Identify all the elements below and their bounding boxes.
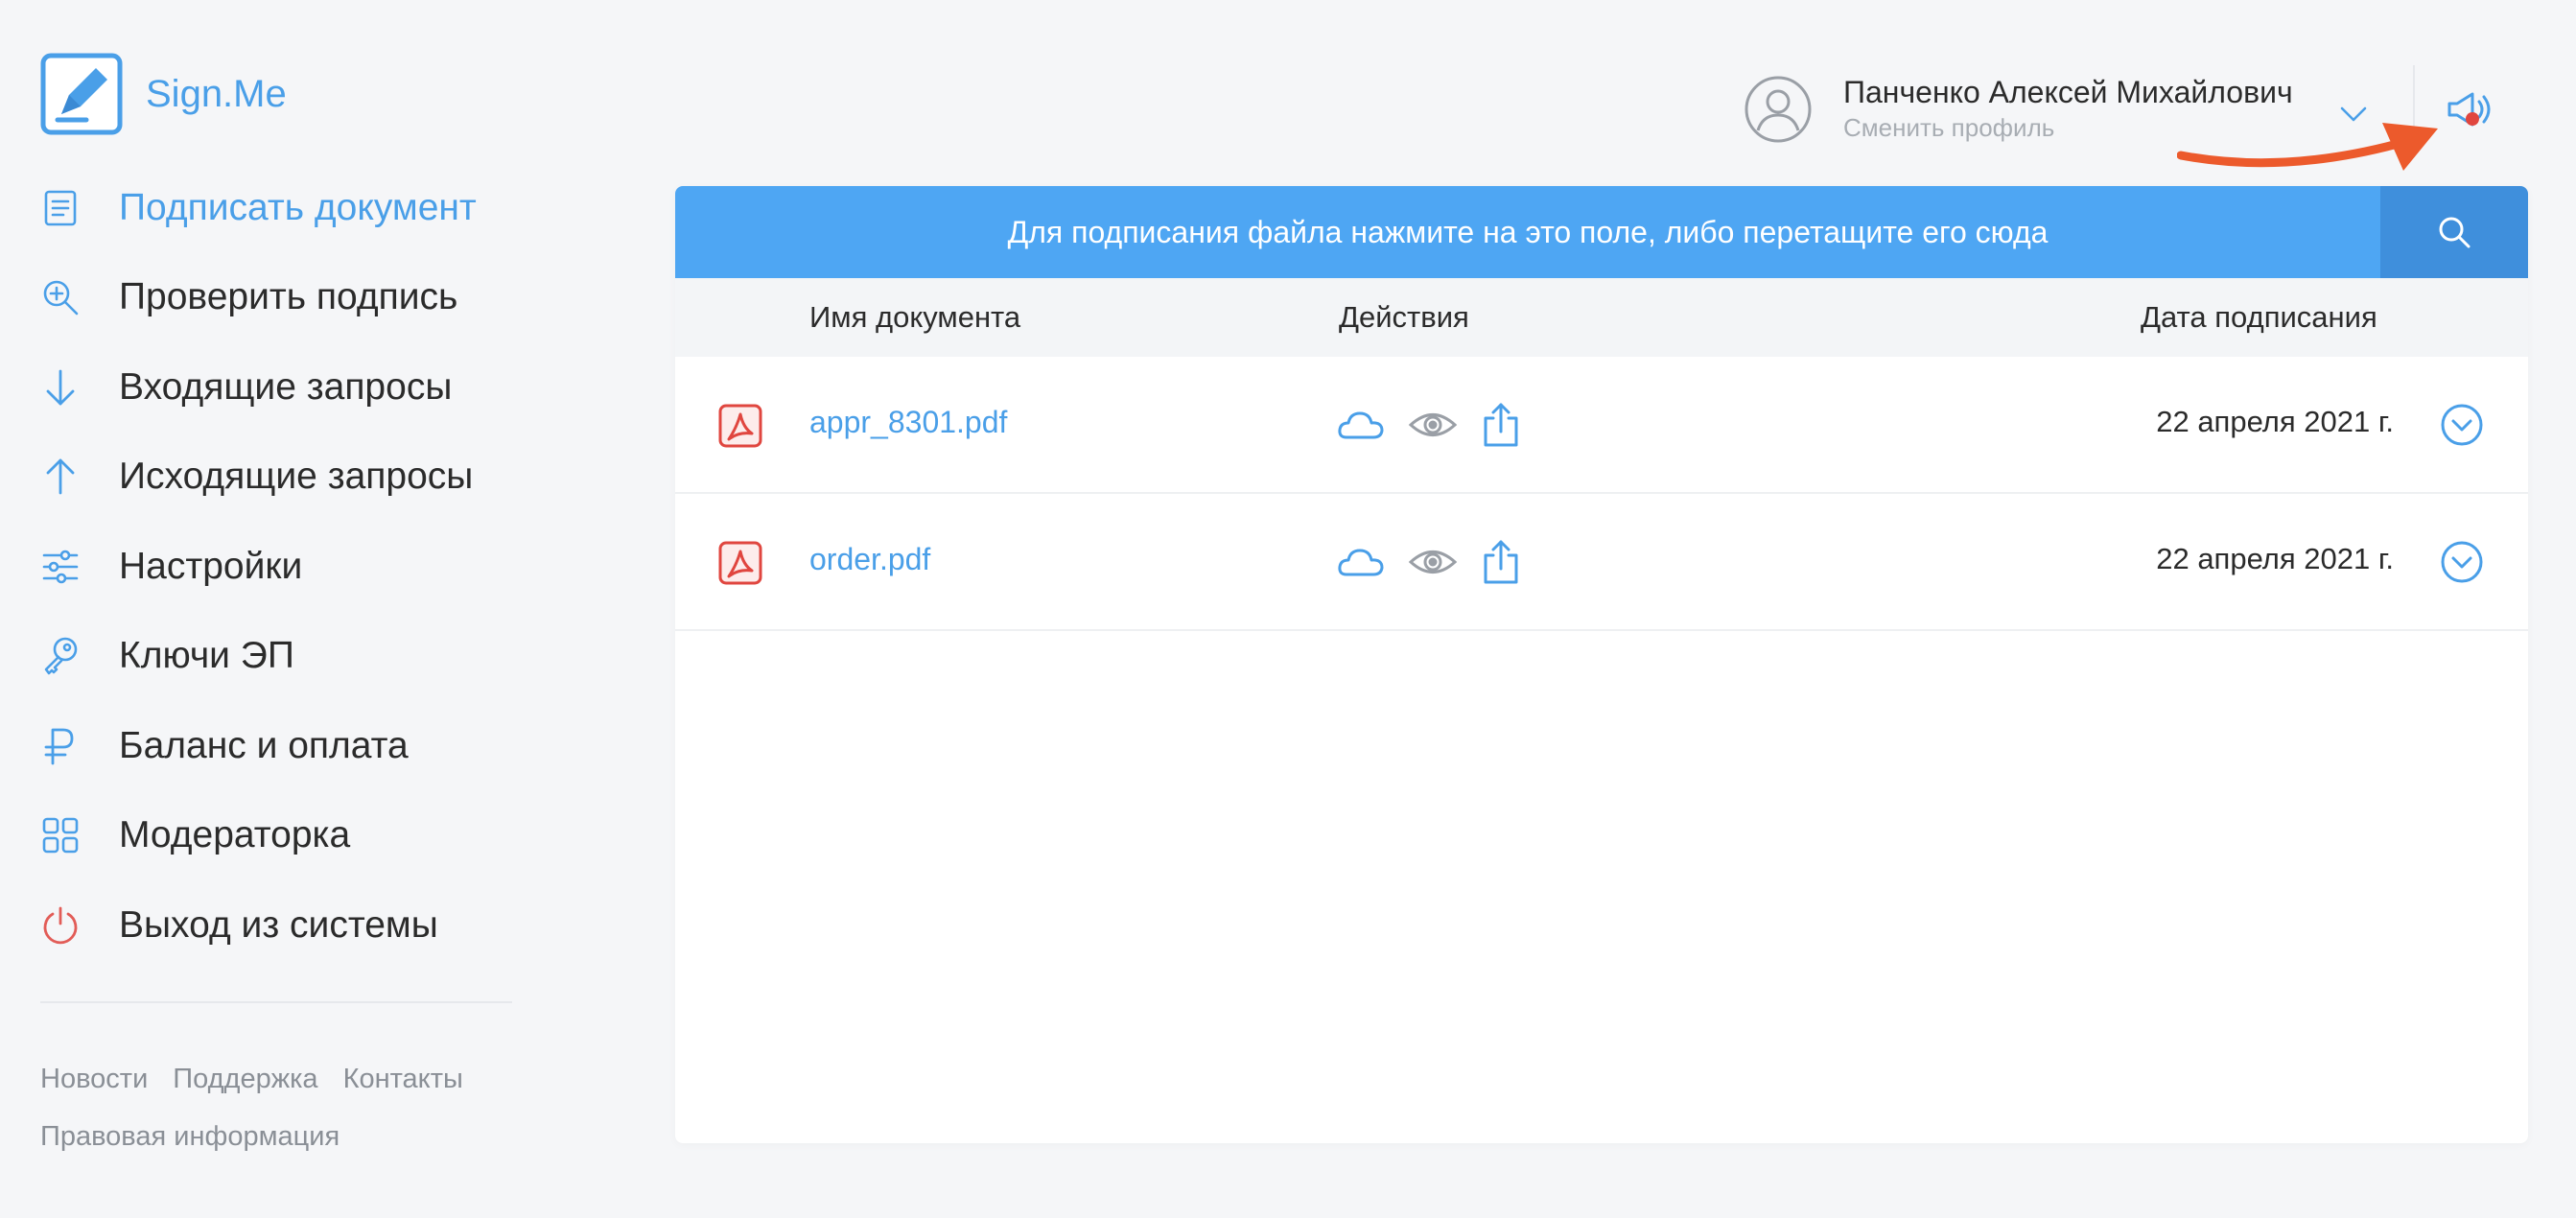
nav-label: Исходящие запросы [119,456,474,498]
column-header-date[interactable]: Дата подписания [2141,278,2377,357]
app-name: Sign.Me [146,72,287,115]
footer-link-support[interactable]: Поддержка [173,1064,317,1094]
document-link[interactable]: order.pdf [809,542,930,577]
avatar-icon[interactable] [1744,75,1813,144]
nav-label: Баланс и оплата [119,724,409,766]
magnifier-plus-icon [40,277,81,317]
pen-logo-icon [40,53,123,135]
nav-item-outgoing-requests[interactable]: Исходящие запросы [40,433,520,523]
arrow-down-icon [40,367,81,408]
sidebar-divider [40,1001,512,1003]
share-icon[interactable] [1481,401,1521,449]
nav-label: Входящие запросы [119,365,453,408]
nav-item-verify-signature[interactable]: Проверить подпись [40,253,520,343]
nav-item-settings[interactable]: Настройки [40,522,520,612]
nav-label: Выход из системы [119,903,438,946]
table-row[interactable]: order.pdf 22 апреля 2021 г. [675,494,2528,631]
pdf-file-icon [718,541,762,585]
column-header-actions: Действия [1339,300,1469,334]
sliders-icon [40,547,81,587]
power-icon [40,905,81,946]
eye-icon[interactable] [1408,401,1458,449]
nav-label: Проверить подпись [119,276,458,318]
documents-card: Для подписания файла нажмите на это поле… [675,186,2528,1143]
nav-item-keys[interactable]: Ключи ЭП [40,612,520,702]
key-icon [40,636,81,676]
upload-dropzone[interactable]: Для подписания файла нажмите на это поле… [675,186,2380,278]
chevron-down-circle-icon[interactable] [2440,403,2484,447]
chevron-down-icon[interactable] [2336,96,2371,130]
nav-label: Модераторка [119,814,351,856]
nav-item-moderation[interactable]: Модераторка [40,791,520,881]
table-header: Имя документа Действия Дата подписания [675,278,2528,357]
pdf-file-icon [718,404,762,448]
signing-date: 22 апреля 2021 г. [2156,405,2394,438]
nav-item-incoming-requests[interactable]: Входящие запросы [40,342,520,433]
document-link[interactable]: appr_8301.pdf [809,405,1007,440]
app-root: Sign.Me Подписать документ Проверить под… [0,0,2576,1218]
switch-profile-link[interactable]: Сменить профиль [1843,113,2054,143]
signing-date: 22 апреля 2021 г. [2156,542,2394,575]
cloud-icon[interactable] [1337,401,1385,449]
share-icon[interactable] [1481,538,1521,586]
footer-links: Новости Поддержка Контакты Правовая информ… [40,1050,539,1165]
eye-icon[interactable] [1408,538,1458,586]
footer-link-news[interactable]: Новости [40,1064,148,1094]
document-lines-icon [40,188,81,228]
app-logo[interactable]: Sign.Me [40,53,287,135]
cloud-icon[interactable] [1337,538,1385,586]
arrow-up-icon [40,457,81,497]
grid-icon [40,815,81,855]
nav-label: Подписать документ [119,186,477,228]
search-button[interactable] [2380,186,2528,278]
sidebar-nav: Подписать документ Проверить подпись Вхо… [40,163,520,971]
upload-prompt: Для подписания файла нажмите на это поле… [1007,214,2049,249]
nav-label: Ключи ЭП [119,635,294,677]
search-icon [2439,217,2471,248]
nav-item-logout[interactable]: Выход из системы [40,880,520,971]
megaphone-icon[interactable] [2444,84,2495,136]
nav-item-sign-document[interactable]: Подписать документ [40,163,520,253]
column-header-name[interactable]: Имя документа [809,278,1020,357]
nav-label: Настройки [119,545,303,587]
footer-link-legal[interactable]: Правовая информация [40,1121,340,1152]
ruble-icon [40,726,81,766]
table-row[interactable]: appr_8301.pdf 22 апреля 2021 г. [675,357,2528,494]
nav-item-balance[interactable]: Баланс и оплата [40,701,520,791]
footer-link-contacts[interactable]: Контакты [343,1064,463,1094]
topbar-divider [2413,65,2415,157]
profile-name[interactable]: Панченко Алексей Михайлович [1843,75,2293,110]
chevron-down-circle-icon[interactable] [2440,540,2484,584]
